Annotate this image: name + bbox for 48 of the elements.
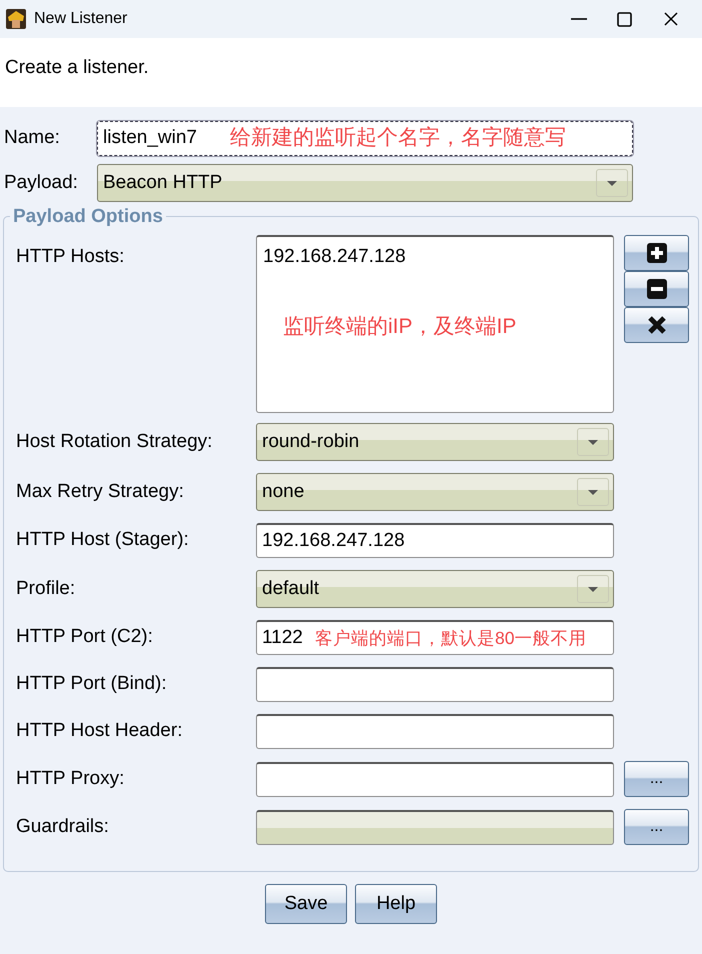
input-field[interactable] (256, 762, 614, 796)
annotation-text: 客户端的端口，默认是80一般不用 (315, 627, 586, 650)
field-label: Guardrails: (16, 814, 110, 839)
dropdown[interactable]: default (256, 570, 614, 608)
field-label: HTTP Host (Stager): (16, 528, 190, 552)
dropdown[interactable]: Beacon HTTP (97, 164, 633, 202)
field-label: Host Rotation Strategy: (16, 430, 214, 454)
browse-button[interactable]: ... (624, 761, 689, 797)
dialog-button[interactable]: Help (355, 884, 437, 924)
dialog-button[interactable]: Save (265, 884, 347, 924)
dropdown[interactable]: none (256, 473, 614, 511)
dropdown[interactable]: round-robin (256, 423, 614, 461)
clear-icon (646, 314, 668, 336)
dropdown-arrow-icon (588, 490, 598, 494)
input-field[interactable]: listen_win7 给新建的监听起个名字，名字随意写 (97, 121, 633, 156)
dropdown-arrow-icon (607, 180, 617, 186)
add-button[interactable] (624, 235, 689, 271)
app-icon (6, 9, 26, 29)
clear-button[interactable] (624, 307, 689, 343)
input-field[interactable]: 1122 客户端的端口，默认是80一般不用 (256, 620, 614, 655)
input-field[interactable] (256, 714, 614, 749)
field-label: HTTP Hosts: (16, 245, 126, 269)
dropdown-arrow-icon (588, 586, 598, 592)
minimize-icon (571, 18, 587, 20)
annotation-text: 监听终端的iIP，及终端IP (283, 314, 516, 340)
host-list[interactable]: 192.168.247.128 监听终端的iIP，及终端IP (256, 235, 614, 413)
input-field[interactable] (256, 667, 614, 702)
input-field[interactable] (256, 810, 614, 844)
header-text: Create a listener. (5, 57, 149, 78)
list-item[interactable]: 192.168.247.128 (263, 243, 607, 272)
maximize-icon (615, 10, 635, 28)
browse-button[interactable]: ... (624, 809, 689, 845)
field-label: Profile: (16, 576, 76, 601)
input-field[interactable]: 192.168.247.128 (256, 523, 614, 558)
dropdown-arrow-icon (588, 440, 598, 444)
field-label: Name: (4, 126, 61, 150)
window-title: New Listener (34, 9, 128, 29)
close-icon (662, 10, 680, 28)
annotation-text: 给新建的监听起个名字，名字随意写 (230, 125, 566, 151)
field-label: HTTP Port (C2): (16, 625, 154, 650)
remove-icon (646, 278, 668, 300)
field-label: HTTP Port (Bind): (16, 672, 168, 696)
add-icon (646, 242, 668, 264)
field-label: Payload: (4, 170, 79, 195)
field-label: HTTP Proxy: (16, 766, 126, 791)
field-label: HTTP Host Header: (16, 719, 184, 744)
remove-button[interactable] (624, 271, 689, 307)
field-label: Max Retry Strategy: (16, 480, 185, 504)
